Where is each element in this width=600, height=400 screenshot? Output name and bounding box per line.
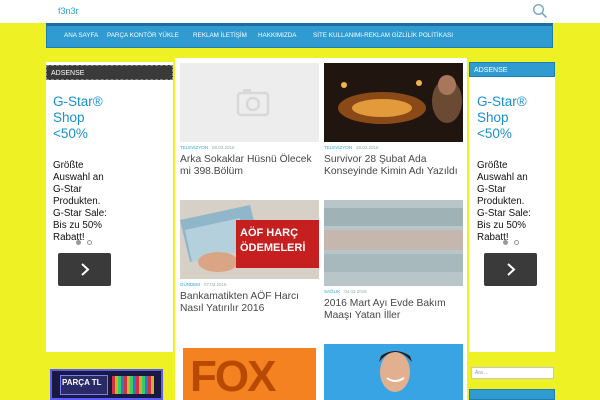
- ad-body-line: Auswahl an: [477, 172, 528, 183]
- post-date: 07.03.2016: [204, 282, 227, 287]
- banknotes-image: [180, 200, 319, 279]
- post-thumbnail[interactable]: [324, 344, 463, 400]
- banner-text: PARÇA TL: [62, 378, 102, 387]
- post-meta: GÜNDEM 07.03.2016: [180, 282, 227, 287]
- ad-body-line: Produkten.: [53, 196, 101, 207]
- banner-lights: [112, 376, 154, 394]
- post-meta: TELEVİZYON 08.03.2016: [180, 145, 235, 150]
- ad-headline-line[interactable]: G-Star®: [477, 94, 527, 110]
- ad-body-line: Bis zu 50%: [477, 220, 527, 231]
- post-title-line[interactable]: Bankamatikten AÖF Harcı: [180, 291, 299, 304]
- post-title-line[interactable]: Maaşı Yatan İller: [324, 310, 400, 323]
- post-title-line[interactable]: 2016 Mart Ayı Evde Bakım: [324, 298, 446, 311]
- ad-body-line: G-Star Sale:: [477, 208, 531, 219]
- ad-body-line: Größte: [53, 160, 84, 171]
- ad-headline-line[interactable]: Shop: [477, 110, 509, 126]
- post-title-line[interactable]: Konseyinde Kimin Adı Yazıldı: [324, 166, 458, 179]
- main-content: TELEVİZYON 08.03.2016 Arka Sokaklar Hüsnü…: [175, 58, 467, 400]
- ad-next-button[interactable]: [484, 253, 537, 286]
- left-ad-title: ADSENSE: [46, 65, 173, 80]
- post-meta: SAĞLIK 04.03.2016: [324, 289, 367, 294]
- nav-item-kontor[interactable]: PARÇA KONTÖR YÜKLE: [107, 32, 179, 39]
- fox-logo-text: FOX: [190, 352, 276, 400]
- post-thumbnail-placeholder[interactable]: [180, 63, 319, 142]
- post-title-line[interactable]: Survivor 28 Şubat Ada: [324, 154, 426, 167]
- right-ad-title: ADSENSE: [469, 62, 555, 77]
- ad-body-line: Auswahl an: [53, 172, 104, 183]
- post-thumbnail[interactable]: [324, 200, 463, 286]
- ad-body-line: Bis zu 50%: [53, 220, 103, 231]
- money-image: [324, 200, 463, 286]
- search-icon[interactable]: [532, 3, 548, 19]
- main-nav: ANA SAYFA PARÇA KONTÖR YÜKLE REKLAM İLET…: [46, 23, 553, 48]
- top-bar: f3n3r: [0, 0, 600, 23]
- post-title-line[interactable]: Nasıl Yatırılır 2016: [180, 303, 264, 316]
- carousel-dot[interactable]: [514, 240, 519, 245]
- ad-headline-line[interactable]: <50%: [53, 126, 88, 142]
- carousel-dot[interactable]: [87, 240, 92, 245]
- parca-tl-banner[interactable]: PARÇA TL: [50, 369, 163, 400]
- image-caption: ÖDEMELERİ: [240, 242, 306, 254]
- post-thumbnail[interactable]: [324, 63, 463, 142]
- person-image: [324, 344, 463, 400]
- widget-title-bar: [469, 389, 555, 400]
- image-caption: AÖF HARÇ: [240, 227, 299, 239]
- carousel-dots: [503, 240, 523, 246]
- post-thumbnail[interactable]: AÖF HARÇ ÖDEMELERİ: [180, 200, 319, 279]
- post-date: 08.03.2016: [212, 145, 235, 150]
- post-category[interactable]: TELEVİZYON: [324, 145, 352, 150]
- post-meta: TELEVİZYON 28.02.2016: [324, 145, 379, 150]
- chevron-right-icon: [81, 263, 90, 276]
- left-ad-widget: ADSENSE G-Star® Shop <50% Größte Auswahl…: [46, 62, 173, 352]
- post-category[interactable]: GÜNDEM: [180, 282, 200, 287]
- survivor-image: [324, 63, 463, 142]
- ad-next-button[interactable]: [58, 253, 111, 286]
- nav-item-privacy[interactable]: SİTE KULLANIMI-REKLAM GİZLİLİK POLİTİKAS…: [313, 32, 453, 39]
- ad-body-line: G-Star: [477, 184, 506, 195]
- ad-headline-line[interactable]: Shop: [53, 110, 85, 126]
- ad-headline-line[interactable]: G-Star®: [53, 94, 103, 110]
- camera-icon: [236, 89, 270, 117]
- post-date: 28.02.2016: [356, 145, 379, 150]
- post-category[interactable]: SAĞLIK: [324, 289, 340, 294]
- carousel-dot-active[interactable]: [76, 240, 81, 245]
- carousel-dot-active[interactable]: [503, 240, 508, 245]
- nav-item-home[interactable]: ANA SAYFA: [64, 32, 98, 39]
- post-title-line[interactable]: Arka Sokaklar Hüsnü Ölecek: [180, 154, 312, 167]
- ad-body-line: G-Star Sale:: [53, 208, 107, 219]
- nav-item-contact[interactable]: REKLAM İLETİŞİM: [193, 32, 247, 39]
- ad-body-line: Größte: [477, 160, 508, 171]
- post-date: 04.03.2016: [344, 289, 367, 294]
- ad-body-line: Produkten.: [477, 196, 525, 207]
- post-category[interactable]: TELEVİZYON: [180, 145, 208, 150]
- carousel-dots: [76, 240, 96, 246]
- ad-headline-line[interactable]: <50%: [477, 126, 512, 142]
- post-thumbnail[interactable]: FOX: [180, 348, 319, 400]
- post-title-line[interactable]: mi 398.Bölüm: [180, 166, 243, 179]
- ad-body-line: G-Star: [53, 184, 82, 195]
- right-ad-widget: ADSENSE G-Star® Shop <50% Größte Auswahl…: [469, 62, 555, 352]
- search-input[interactable]: Ara ...: [471, 367, 554, 379]
- site-title[interactable]: f3n3r: [58, 6, 79, 16]
- nav-item-about[interactable]: HAKKIMIZDA: [258, 32, 297, 39]
- chevron-right-icon: [507, 263, 516, 276]
